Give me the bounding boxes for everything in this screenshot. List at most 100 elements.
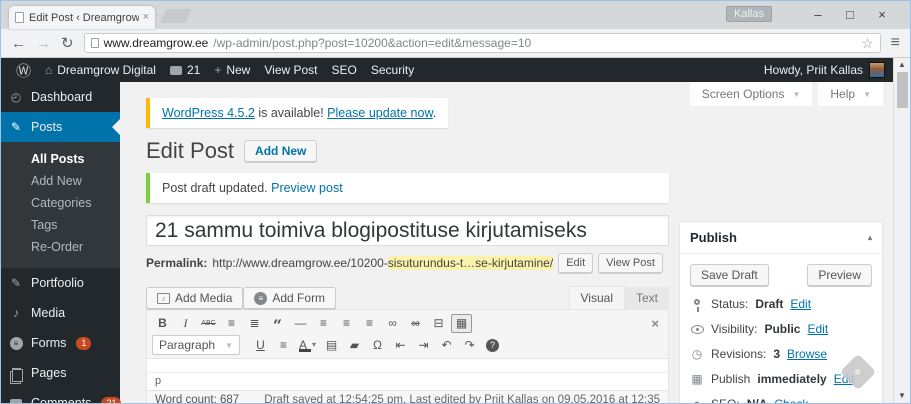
user-avatar[interactable] bbox=[869, 62, 885, 78]
help-button[interactable]: Help ▼ bbox=[818, 82, 883, 106]
close-icon[interactable]: × bbox=[866, 3, 898, 27]
align-right-icon[interactable]: ≡ bbox=[359, 314, 380, 333]
sidebar-item-portfolio[interactable]: ✎ Portfoolio bbox=[1, 268, 120, 298]
submenu-all-posts[interactable]: All Posts bbox=[1, 148, 120, 170]
save-draft-button[interactable]: Save Draft bbox=[690, 264, 769, 286]
admin-bar-security[interactable]: Security bbox=[364, 63, 421, 77]
strikethrough-icon[interactable]: ABC bbox=[198, 314, 219, 333]
update-now-link[interactable]: Please update now bbox=[327, 106, 433, 120]
screen-options-button[interactable]: Screen Options ▼ bbox=[689, 82, 813, 106]
home-icon: ⌂ bbox=[45, 63, 53, 77]
minimize-icon[interactable]: – bbox=[802, 3, 834, 27]
chevron-down-icon: ▾ bbox=[312, 340, 317, 349]
bookmark-star-icon[interactable]: ☆ bbox=[861, 35, 874, 52]
tab-text[interactable]: Text bbox=[624, 287, 669, 309]
add-form-button[interactable]: ≡ Add Form bbox=[243, 287, 337, 309]
pin-icon: ✎ bbox=[10, 276, 22, 290]
submenu-re-order[interactable]: Re-Order bbox=[1, 236, 120, 258]
wordpress-version-link[interactable]: WordPress 4.5.2 bbox=[162, 106, 255, 120]
chrome-profile-badge[interactable]: Kallas bbox=[726, 6, 772, 22]
align-center-icon[interactable]: ≡ bbox=[336, 314, 357, 333]
more-tag-icon[interactable]: ⊟ bbox=[428, 314, 449, 333]
forms-count-badge: 1 bbox=[76, 336, 92, 350]
chrome-menu-icon[interactable]: ≡ bbox=[891, 34, 900, 52]
text-color-icon[interactable]: A ▾ bbox=[296, 336, 319, 355]
help-icon[interactable]: ? bbox=[482, 336, 503, 355]
dashboard-icon: ◴ bbox=[10, 90, 22, 104]
back-icon[interactable]: ← bbox=[11, 36, 26, 51]
sidebar-item-posts[interactable]: ✎ Posts bbox=[1, 112, 120, 142]
admin-bar-comments[interactable]: 21 bbox=[163, 63, 207, 77]
clear-formatting-icon[interactable]: ▰ bbox=[344, 336, 365, 355]
page-scrollbar[interactable]: ▲ ▼ bbox=[893, 58, 910, 403]
posts-submenu: All Posts Add New Categories Tags Re-Ord… bbox=[1, 142, 120, 268]
distraction-free-icon[interactable]: × bbox=[651, 316, 659, 331]
collapse-icon[interactable]: ▴ bbox=[868, 233, 872, 242]
bullet-list-icon[interactable]: ≡ bbox=[221, 314, 242, 333]
wordpress-logo-icon[interactable]: Ⓦ bbox=[9, 60, 38, 81]
admin-bar-site[interactable]: ⌂ Dreamgrow Digital bbox=[38, 63, 163, 77]
autosave-status: Draft saved at 12:54:25 pm. Last edited … bbox=[264, 394, 660, 403]
align-left-icon[interactable]: ≡ bbox=[313, 314, 334, 333]
seo-row: ● SEO:N/A Check bbox=[690, 397, 872, 403]
permalink-slug[interactable]: sisuturundus-t…se-kirjutamine/ bbox=[387, 256, 554, 270]
chevron-down-icon: ▼ bbox=[225, 340, 233, 350]
sidebar-item-pages[interactable]: Pages bbox=[1, 358, 120, 388]
url-bar[interactable]: www.dreamgrow.ee /wp-admin/post.php?post… bbox=[83, 33, 881, 53]
preview-post-link[interactable]: Preview post bbox=[271, 181, 343, 195]
post-title-input[interactable] bbox=[146, 215, 669, 246]
submenu-categories[interactable]: Categories bbox=[1, 192, 120, 214]
element-path[interactable]: p bbox=[147, 372, 668, 390]
bold-icon[interactable]: B bbox=[152, 314, 173, 333]
admin-bar-seo[interactable]: SEO bbox=[325, 63, 364, 77]
blockquote-icon[interactable]: “ bbox=[267, 314, 288, 334]
scrollbar-thumb[interactable] bbox=[896, 72, 908, 108]
edit-visibility-link[interactable]: Edit bbox=[807, 322, 828, 336]
howdy-label[interactable]: Howdy, Priit Kallas bbox=[764, 63, 863, 77]
sidebar-item-dashboard[interactable]: ◴ Dashboard bbox=[1, 82, 120, 112]
view-post-button[interactable]: View Post bbox=[598, 253, 663, 273]
outdent-icon[interactable]: ⇤ bbox=[390, 336, 411, 355]
paste-as-text-icon[interactable]: ▤ bbox=[321, 336, 342, 355]
italic-icon[interactable]: I bbox=[175, 314, 196, 333]
admin-bar-new[interactable]: + New bbox=[207, 63, 257, 77]
edit-status-link[interactable]: Edit bbox=[790, 297, 811, 311]
submenu-tags[interactable]: Tags bbox=[1, 214, 120, 236]
horizontal-rule-icon[interactable]: — bbox=[290, 314, 311, 333]
admin-bar-view-post[interactable]: View Post bbox=[257, 63, 324, 77]
numbered-list-icon[interactable]: ≣ bbox=[244, 314, 265, 333]
justify-icon[interactable]: ≡ bbox=[273, 336, 294, 355]
special-character-icon[interactable]: Ω bbox=[367, 336, 388, 355]
toolbar-toggle-icon[interactable]: ▦ bbox=[451, 313, 472, 333]
preview-button[interactable]: Preview bbox=[807, 264, 872, 286]
add-new-button[interactable]: Add New bbox=[244, 140, 318, 162]
unlink-icon[interactable]: ∞ bbox=[405, 314, 426, 333]
page-icon bbox=[90, 38, 99, 48]
seo-check-link[interactable]: Check bbox=[774, 397, 808, 403]
sidebar-item-comments[interactable]: Comments 21 bbox=[1, 388, 122, 403]
submenu-add-new[interactable]: Add New bbox=[1, 170, 120, 192]
maximize-icon[interactable]: □ bbox=[834, 3, 866, 27]
window-controls: – □ × bbox=[802, 3, 898, 27]
reload-icon[interactable]: ↻ bbox=[61, 36, 74, 51]
sidebar-item-media[interactable]: ♪ Media bbox=[1, 298, 120, 328]
browser-tab[interactable]: Edit Post ‹ Dreamgrow Di × bbox=[9, 6, 155, 29]
indent-icon[interactable]: ⇥ bbox=[413, 336, 434, 355]
forward-icon[interactable]: → bbox=[36, 36, 51, 51]
paragraph-dropdown[interactable]: Paragraph ▼ bbox=[152, 335, 240, 355]
edit-permalink-button[interactable]: Edit bbox=[558, 253, 594, 273]
new-tab-button[interactable] bbox=[159, 9, 193, 23]
tab-visual[interactable]: Visual bbox=[568, 286, 625, 309]
browse-revisions-link[interactable]: Browse bbox=[787, 347, 827, 361]
undo-icon[interactable]: ↶ bbox=[436, 336, 457, 355]
tab-close-icon[interactable]: × bbox=[143, 12, 149, 23]
add-media-button[interactable]: ♪ Add Media bbox=[146, 287, 244, 309]
link-icon[interactable]: ∞ bbox=[382, 314, 403, 333]
scroll-down-icon[interactable]: ▼ bbox=[898, 389, 906, 403]
page-viewport: Ⓦ ⌂ Dreamgrow Digital 21 + New View Post… bbox=[1, 58, 910, 403]
editor-content-area[interactable] bbox=[147, 359, 668, 372]
redo-icon[interactable]: ↷ bbox=[459, 336, 480, 355]
sidebar-item-forms[interactable]: ≡ Forms 1 bbox=[1, 328, 120, 358]
scroll-up-icon[interactable]: ▲ bbox=[898, 58, 906, 72]
underline-icon[interactable]: U bbox=[250, 336, 271, 355]
